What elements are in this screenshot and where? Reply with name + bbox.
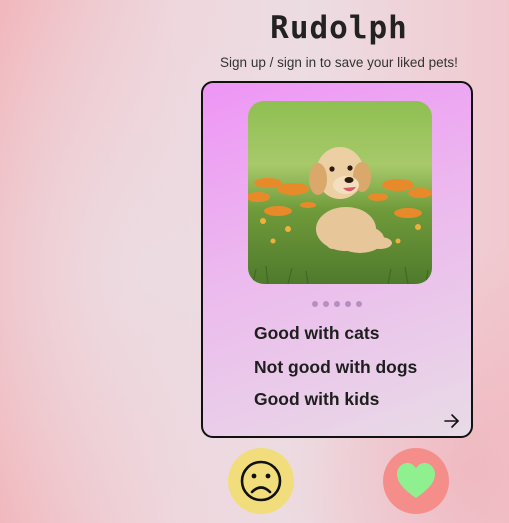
heart-icon xyxy=(397,463,435,498)
trait-dogs: Not good with dogs xyxy=(254,357,418,377)
sad-face-icon xyxy=(240,460,282,502)
arrow-right-icon xyxy=(444,414,459,428)
signin-prompt[interactable]: Sign up / sign in to save your liked pet… xyxy=(200,55,478,70)
carousel-dot[interactable] xyxy=(312,301,318,307)
pet-photo xyxy=(248,101,432,284)
pet-card[interactable]: Good with cats Not good with dogs Good w… xyxy=(201,81,473,438)
carousel-dots xyxy=(203,301,471,307)
carousel-dot[interactable] xyxy=(323,301,329,307)
carousel-dot[interactable] xyxy=(345,301,351,307)
trait-kids: Good with kids xyxy=(254,389,380,409)
app-title: Rudolph xyxy=(270,10,408,46)
dislike-button[interactable] xyxy=(228,448,294,514)
next-photo-button[interactable] xyxy=(441,410,463,432)
carousel-dot[interactable] xyxy=(334,301,340,307)
carousel-dot[interactable] xyxy=(356,301,362,307)
trait-cats: Good with cats xyxy=(254,323,380,343)
like-button[interactable] xyxy=(383,448,449,514)
